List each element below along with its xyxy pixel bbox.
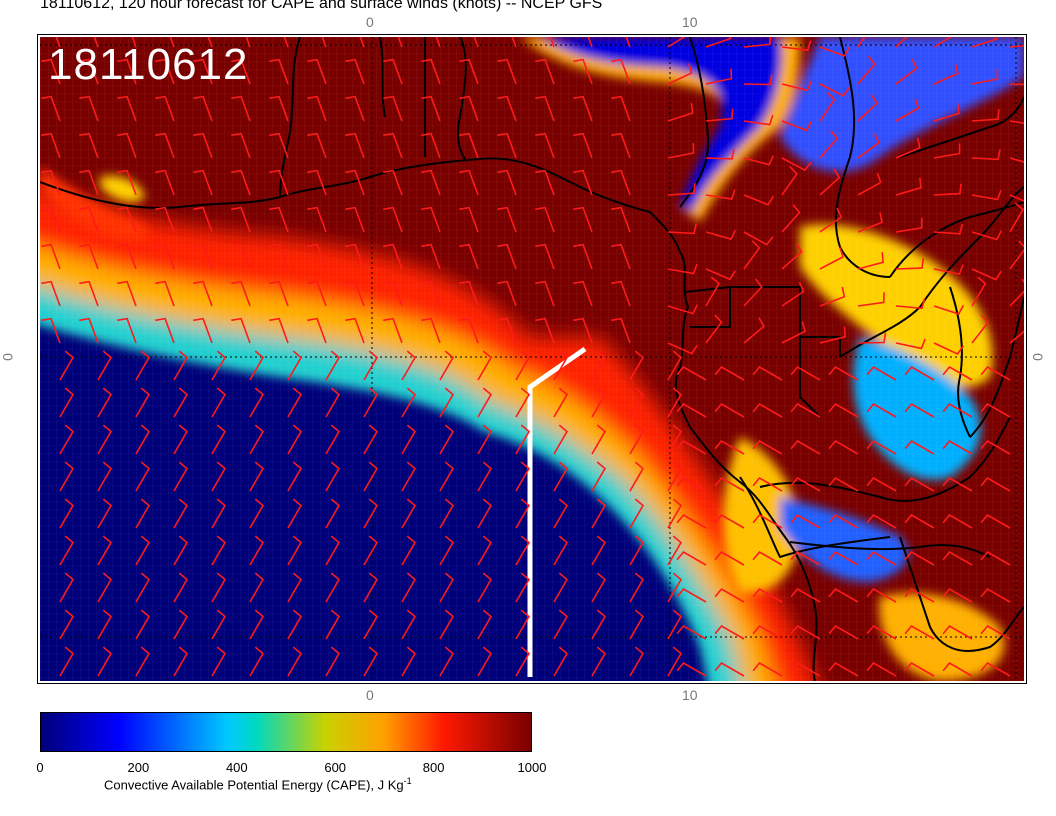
chart-title: 18110612, 120 hour forecast for CAPE and… (40, 0, 603, 12)
colorbar-tick: 600 (324, 760, 347, 775)
lon-label-top-10: 10 (682, 14, 698, 30)
colorbar (40, 712, 532, 752)
colorbar-tick: 800 (422, 760, 445, 775)
colorbar-tick: 400 (225, 760, 248, 775)
colorbar-label: Convective Available Potential Energy (C… (104, 776, 412, 793)
lat-label-left-0: 0 (0, 353, 16, 361)
lon-label-bottom-10: 10 (682, 687, 698, 703)
date-stamp: 18110612 (48, 40, 249, 89)
cape-map (40, 37, 1024, 681)
colorbar-tick: 200 (127, 760, 150, 775)
lon-label-top-0: 0 (366, 14, 374, 30)
lat-label-right-0: 0 (1029, 353, 1046, 361)
lon-label-bottom-0: 0 (366, 687, 374, 703)
colorbar-tick: 0 (36, 760, 44, 775)
colorbar-tick: 1000 (517, 760, 547, 775)
